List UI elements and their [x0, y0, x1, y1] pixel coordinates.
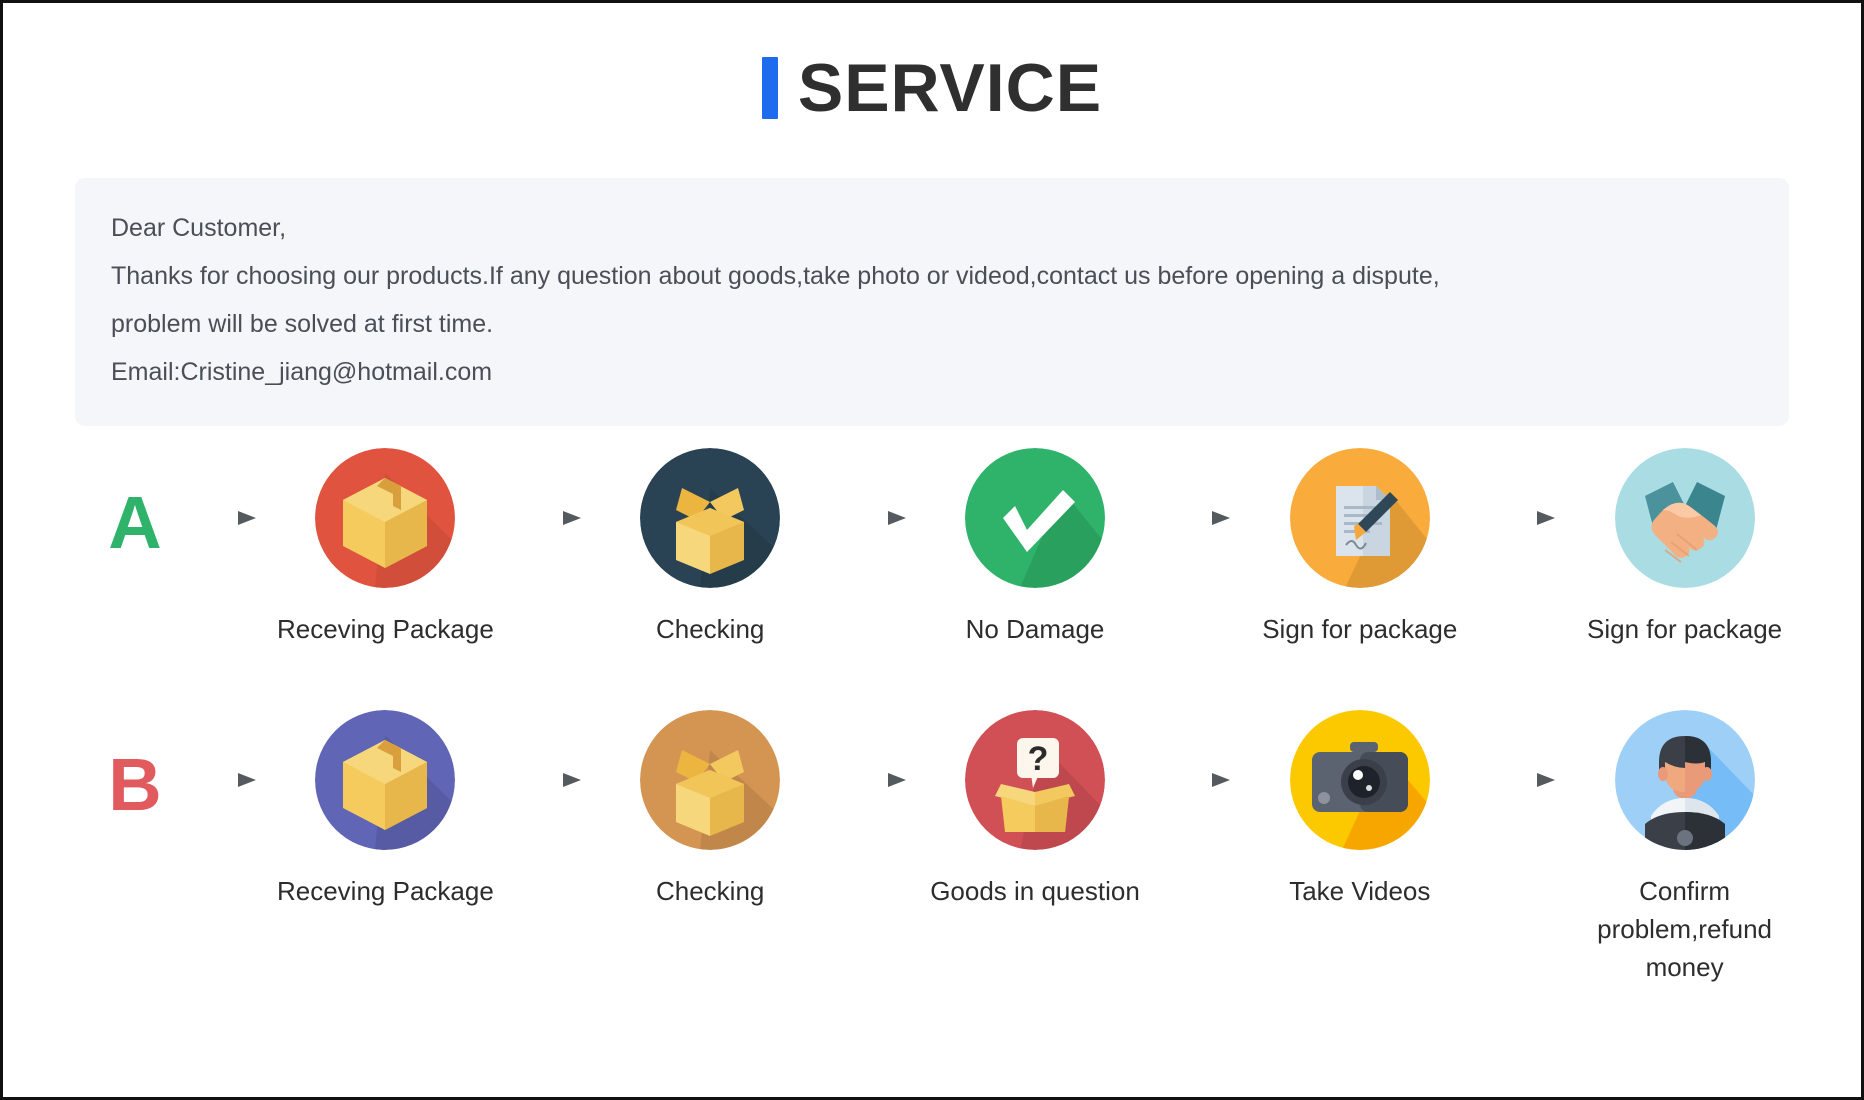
flow-letter-b: B	[108, 743, 162, 826]
question-box-icon: ?	[964, 710, 1105, 850]
title-accent-bar	[761, 57, 778, 119]
closed-box-icon	[315, 448, 456, 588]
step-label: Checking	[655, 614, 765, 644]
flow-step[interactable]: Checking	[594, 448, 827, 648]
flow-letter-a: A	[108, 481, 162, 564]
flow-row-b: B Receving Package Checking ? Goods in q…	[3, 710, 1861, 986]
document-pen-icon	[1289, 448, 1430, 588]
closed-box-icon	[315, 710, 456, 850]
flow-step[interactable]: Sign for package	[1243, 448, 1476, 648]
arrow-icon	[1151, 448, 1243, 588]
open-box-icon	[640, 448, 781, 588]
flow-step[interactable]: Sign for package	[1568, 448, 1801, 648]
handshake-icon	[1614, 448, 1755, 588]
step-label: No Damage	[965, 614, 1105, 644]
arrow-icon	[1151, 710, 1243, 850]
flow-row-a: A Receving Package Checking No Damage Si…	[3, 448, 1861, 648]
step-label: Sign for package	[1262, 614, 1458, 644]
notice-line-4: Email:Cristine_jiang@hotmail.com	[111, 358, 493, 386]
step-label: Take Videos	[1289, 876, 1431, 906]
open-box-icon	[640, 710, 781, 850]
service-page: SERVICE Dear Customer, Thanks for choosi…	[0, 0, 1864, 1100]
customer-notice-box: Dear Customer, Thanks for choosing our p…	[75, 178, 1789, 426]
flow-step[interactable]: Confirm problem,refund money	[1568, 710, 1801, 986]
notice-line-1: Dear Customer,	[111, 214, 287, 242]
arrow-icon	[177, 710, 269, 850]
flow-step[interactable]: ? Goods in question	[919, 710, 1152, 910]
page-title: SERVICE	[3, 43, 1861, 133]
checkmark-icon	[964, 448, 1105, 588]
step-label: Receving Package	[276, 876, 494, 906]
title-text: SERVICE	[797, 50, 1103, 126]
support-agent-icon	[1614, 710, 1755, 850]
flow-step[interactable]: No Damage	[919, 448, 1152, 648]
step-label: Checking	[655, 876, 765, 906]
step-label: Sign for package	[1587, 614, 1783, 644]
camera-icon	[1289, 710, 1430, 850]
svg-text:?: ?	[1028, 740, 1049, 778]
step-label: Receving Package	[276, 614, 494, 644]
flow-step[interactable]: Checking	[594, 710, 827, 910]
flow-step[interactable]: Take Videos	[1243, 710, 1476, 910]
arrow-icon	[1476, 710, 1568, 850]
flow-step[interactable]: Receving Package	[269, 448, 502, 648]
arrow-icon	[502, 448, 594, 588]
notice-line-2: Thanks for choosing our products.If any …	[111, 262, 1440, 290]
flow-step[interactable]: Receving Package	[269, 710, 502, 910]
arrow-icon	[177, 448, 269, 588]
step-label: Goods in question	[930, 876, 1140, 906]
arrow-icon	[1476, 448, 1568, 588]
notice-line-3: problem will be solved at first time.	[111, 310, 494, 338]
step-label: Confirm problem,refund money	[1597, 876, 1773, 982]
arrow-icon	[502, 710, 594, 850]
arrow-icon	[827, 710, 919, 850]
arrow-icon	[827, 448, 919, 588]
